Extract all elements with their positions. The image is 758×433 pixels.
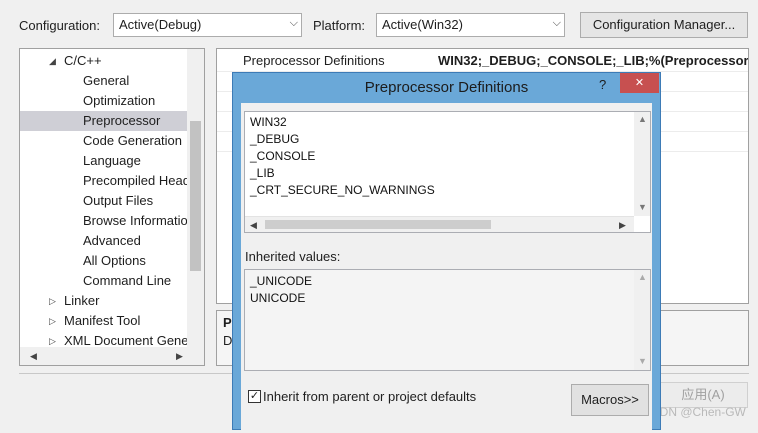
tree-item-label: Output Files xyxy=(83,193,154,208)
checkmark-icon: ✓ xyxy=(249,390,260,402)
chevron-up-icon[interactable]: ▲ xyxy=(638,272,647,282)
chevron-down-icon: ⌵ xyxy=(552,17,561,29)
inherited-values-box: _UNICODE UNICODE ▲ ▼ xyxy=(244,269,651,371)
chevron-down-icon[interactable]: ▼ xyxy=(638,356,647,366)
tree-item-0[interactable]: ◢ C/C++ xyxy=(20,51,188,71)
dialog-title-bar[interactable]: Preprocessor Definitions ? ✕ xyxy=(233,73,660,103)
configuration-dropdown[interactable]: Active(Debug) ⌵ xyxy=(113,13,302,37)
chevron-left-icon[interactable]: ◀ xyxy=(30,351,37,362)
collapsed-triangle-icon[interactable]: ▷ xyxy=(49,311,56,331)
definition-line[interactable]: _CRT_SECURE_NO_WARNINGS xyxy=(250,182,435,199)
tree-item-5[interactable]: Language xyxy=(20,151,188,171)
macros-button[interactable]: Macros>> xyxy=(571,384,649,416)
tree-item-13[interactable]: ▷ Manifest Tool xyxy=(20,311,188,331)
expanded-triangle-icon[interactable]: ◢ xyxy=(49,51,56,71)
tree-item-label: Command Line xyxy=(83,273,172,288)
definition-line[interactable]: _DEBUG xyxy=(250,131,299,148)
definitions-vertical-scrollbar[interactable]: ▲ ▼ xyxy=(634,112,650,216)
dialog-body: WIN32 _DEBUG _CONSOLE _LIB _CRT_SECURE_NO_WA… xyxy=(241,103,652,433)
tree-item-11[interactable]: Command Line xyxy=(20,271,188,291)
tree-item-4[interactable]: Code Generation xyxy=(20,131,188,151)
chevron-down-icon: ⌵ xyxy=(289,17,298,29)
tree-item-label: Preprocessor xyxy=(83,113,161,128)
platform-value: Active(Win32) xyxy=(382,17,463,32)
definition-line[interactable]: WIN32 xyxy=(250,114,287,131)
tree-item-label: Precompiled Head xyxy=(83,173,190,188)
tree-item-label: Optimization xyxy=(83,93,156,108)
tree-item-10[interactable]: All Options xyxy=(20,251,188,271)
tree-item-2[interactable]: Optimization xyxy=(20,91,188,111)
chevron-right-icon[interactable]: ▶ xyxy=(176,351,183,362)
inherited-values-label: Inherited values: xyxy=(245,249,341,264)
configuration-manager-button[interactable]: Configuration Manager... xyxy=(580,12,748,38)
configuration-label: Configuration: xyxy=(19,18,100,33)
property-tree: ◢ C/C++ General Optimization Preprocessor Cod… xyxy=(19,48,205,366)
platform-dropdown[interactable]: Active(Win32) ⌵ xyxy=(376,13,565,37)
chevron-up-icon[interactable]: ▲ xyxy=(638,114,647,124)
tree-item-12[interactable]: ▷ Linker xyxy=(20,291,188,311)
inherited-value-line: UNICODE xyxy=(250,291,306,305)
tree-item-label: Language xyxy=(83,153,141,168)
tree-item-label: All Options xyxy=(83,253,146,268)
definition-line[interactable]: _CONSOLE xyxy=(250,148,315,165)
inherited-value-line: _UNICODE xyxy=(250,274,313,288)
tree-item-label: General xyxy=(83,73,130,88)
inherit-checkbox[interactable]: ✓ xyxy=(248,390,261,403)
tree-horizontal-scrollbar[interactable]: ◀ ▶ xyxy=(20,347,204,365)
horizontal-scroll-thumb[interactable] xyxy=(265,220,491,229)
tree-item-label: Linker xyxy=(64,293,100,308)
close-button[interactable]: ✕ xyxy=(620,73,659,93)
property-value-preprocessor-definitions[interactable]: WIN32;_DEBUG;_CONSOLE;_LIB;%(Preprocesso… xyxy=(438,53,748,69)
macros-button-label: Macros>> xyxy=(581,392,639,407)
inherit-checkbox-label[interactable]: Inherit from parent or project defaults xyxy=(263,389,476,405)
definitions-textbox[interactable]: WIN32 _DEBUG _CONSOLE _LIB _CRT_SECURE_NO_WA… xyxy=(244,111,651,233)
tree-item-7[interactable]: Output Files xyxy=(20,191,188,211)
chevron-right-icon[interactable]: ▶ xyxy=(619,220,626,231)
tree-vertical-scrollbar[interactable] xyxy=(187,49,204,347)
close-icon: ✕ xyxy=(634,77,645,89)
tree-item-label: C/C++ xyxy=(64,53,102,68)
collapsed-triangle-icon[interactable]: ▷ xyxy=(49,291,56,311)
tree-item-label: Browse Informatio xyxy=(83,213,188,228)
definition-line[interactable]: _LIB xyxy=(250,165,275,182)
dialog-title: Preprocessor Definitions xyxy=(364,79,529,96)
tree-item-6[interactable]: Precompiled Head xyxy=(20,171,190,191)
tree-item-label: Code Generation xyxy=(83,133,183,148)
tree-item-8[interactable]: Browse Informatio xyxy=(20,211,188,231)
description-text: D xyxy=(223,333,233,348)
inherited-vertical-scrollbar[interactable]: ▲ ▼ xyxy=(634,270,650,370)
configuration-value: Active(Debug) xyxy=(119,17,202,32)
definitions-horizontal-scrollbar[interactable]: ◀ ▶ xyxy=(245,216,634,232)
tree-item-label: Manifest Tool xyxy=(64,313,141,328)
help-icon[interactable]: ? xyxy=(599,77,606,92)
chevron-left-icon[interactable]: ◀ xyxy=(250,220,257,231)
preprocessor-definitions-dialog: Preprocessor Definitions ? ✕ WIN32 _DEBUG… xyxy=(232,72,661,433)
tree-item-3[interactable]: Preprocessor xyxy=(20,111,188,131)
description-title: P xyxy=(223,315,232,330)
tree-item-9[interactable]: Advanced xyxy=(20,231,188,251)
tree-item-1[interactable]: General xyxy=(20,71,188,91)
tree-item-label: Advanced xyxy=(83,233,141,248)
property-name-preprocessor-definitions[interactable]: Preprocessor Definitions xyxy=(243,53,385,69)
tree-scroll-thumb[interactable] xyxy=(190,121,201,271)
platform-label: Platform: xyxy=(313,18,366,33)
chevron-down-icon[interactable]: ▼ xyxy=(638,202,647,212)
